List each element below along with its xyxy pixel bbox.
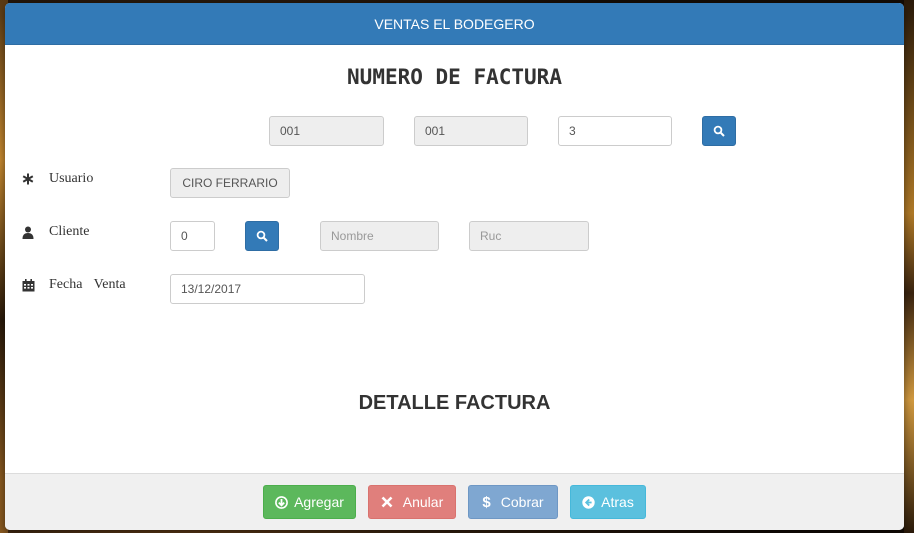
client-ruc-field[interactable]: Ruc <box>469 221 589 251</box>
cancel-button-label: Anular <box>402 494 444 510</box>
add-button-label: Agregar <box>294 494 344 510</box>
back-button[interactable]: Atras <box>570 485 646 519</box>
client-id-input[interactable]: 0 <box>170 221 215 251</box>
client-label-row: Cliente <box>21 224 89 240</box>
search-icon <box>256 230 268 242</box>
charge-button-label: Cobrar <box>500 494 544 510</box>
client-label: Cliente <box>49 224 90 239</box>
client-search-button[interactable] <box>245 221 279 251</box>
sale-date-label: Fecha Venta <box>49 277 126 292</box>
charge-button[interactable]: $ Cobrar <box>468 485 558 519</box>
user-icon <box>21 226 35 239</box>
cancel-invoice-button[interactable]: Anular <box>368 485 456 519</box>
sale-date-input[interactable]: 13/12/2017 <box>170 274 365 304</box>
search-icon <box>713 125 725 137</box>
modal-header: VENTAS EL BODEGERO <box>5 3 904 45</box>
invoice-search-button[interactable] <box>702 116 736 146</box>
arrow-left-circle-icon <box>582 495 595 509</box>
establishment-field[interactable]: 001 <box>269 116 384 146</box>
invoice-number-heading: NUMERO DE FACTURA <box>347 65 562 89</box>
emission-point-field[interactable]: 001 <box>414 116 528 146</box>
invoice-detail-heading: DETALLE FACTURA <box>358 392 551 414</box>
asterisk-icon <box>21 173 35 185</box>
calendar-icon <box>21 278 35 292</box>
user-label-row: Usuario <box>21 171 93 187</box>
sales-modal: VENTAS EL BODEGERO NUMERO DE FACTURA 001… <box>5 3 904 530</box>
sale-date-label-row: Fecha Venta <box>21 277 126 293</box>
dollar-icon: $ <box>482 493 491 511</box>
invoice-sequence-input[interactable]: 3 <box>558 116 672 146</box>
close-icon <box>381 496 393 508</box>
download-circle-icon <box>275 495 288 509</box>
add-button[interactable]: Agregar <box>263 485 356 519</box>
modal-footer: Agregar Anular $ Cobrar Atras <box>5 473 904 530</box>
user-field[interactable]: CIRO FERRARIO <box>170 168 290 198</box>
background-right <box>904 0 914 533</box>
back-button-label: Atras <box>601 494 634 510</box>
modal-title: VENTAS EL BODEGERO <box>374 15 535 32</box>
user-label: Usuario <box>49 171 94 186</box>
client-name-field[interactable]: Nombre <box>320 221 439 251</box>
